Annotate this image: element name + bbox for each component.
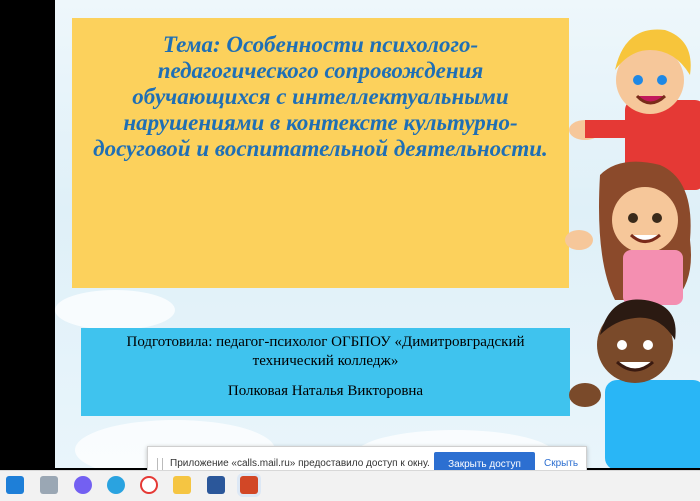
file-icon[interactable] [40,476,58,494]
telegram-icon[interactable] [107,476,125,494]
girl-cartoon [565,161,691,305]
notification-message: Приложение «calls.mail.ru» предоставило … [170,458,430,469]
windows-icon[interactable] [6,476,24,494]
viber-icon[interactable] [74,476,92,494]
boy-cartoon-2 [569,299,700,468]
presentation-slide: Тема: Особенности психолого-педагогическ… [55,0,700,468]
powerpoint-icon[interactable] [240,476,258,494]
author-position: Подготовила: педагог-психолог ОГБПОУ «Ди… [126,334,525,369]
hide-link[interactable]: Скрыть [544,458,578,469]
folder-icon[interactable] [173,476,191,494]
title-box: Тема: Особенности психолого-педагогическ… [72,18,569,288]
cloud-decoration [55,290,175,330]
author-name: Полковая Наталья Викторовна [227,383,424,399]
taskbar [0,470,700,501]
yandex-browser-icon[interactable] [140,476,158,494]
author-box: Подготовила: педагог-психолог ОГБПОУ «Ди… [81,328,570,416]
kids-illustration [565,29,700,468]
word-icon[interactable] [207,476,225,494]
slide-title: Тема: Особенности психолого-педагогическ… [93,32,548,161]
